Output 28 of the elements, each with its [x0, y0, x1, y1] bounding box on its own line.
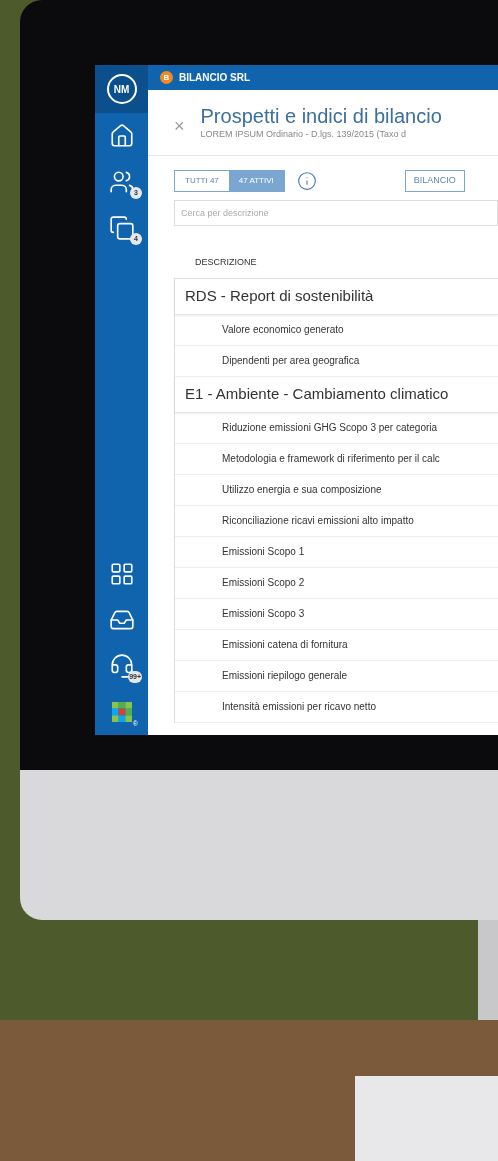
search-field[interactable]: Cerca per descrizione — [174, 200, 498, 226]
table-row[interactable]: Emissioni Scopo 3 — [175, 598, 498, 630]
table-row[interactable]: Riduzione emissioni GHG Scopo 3 per categoria — [175, 412, 498, 444]
windows-icon[interactable] — [108, 215, 135, 241]
company-name: BILANCIO SRL — [179, 71, 251, 85]
table-row[interactable]: Valore economico generato — [175, 314, 498, 346]
logo-icon — [111, 702, 132, 722]
home-icon[interactable] — [108, 123, 135, 149]
table-row[interactable]: Utilizzo energia e sua composizione — [175, 474, 498, 506]
table-row[interactable]: Emissioni Scopo 1 — [175, 536, 498, 568]
page-subtitle: LOREM IPSUM Ordinario - D.lgs. 139/2015 (Taxo d — [200, 127, 408, 141]
table-row[interactable]: Emissioni Scopo 2 — [175, 567, 498, 599]
company-initial: B — [160, 71, 173, 84]
grid-icon[interactable] — [108, 561, 135, 587]
group-row[interactable]: RDS - Report di sostenibilità — [175, 278, 498, 315]
info-icon[interactable] — [296, 171, 317, 191]
table-row[interactable]: Metodologia e framework di riferimento per il calc — [175, 443, 498, 475]
column-header: DESCRIZIONE — [195, 256, 258, 269]
table-row[interactable]: Emissioni riepilogo generale — [175, 660, 498, 692]
users-icon[interactable] — [108, 169, 135, 195]
bilancio-button[interactable]: BILANCIO — [404, 170, 465, 192]
page-title: Prospetti e indici di bilancio — [200, 103, 442, 128]
table-row[interactable]: Emissioni catena di fornitura — [175, 629, 498, 661]
table-row[interactable]: Intensità emissioni per ricavo netto — [175, 691, 498, 723]
user-avatar[interactable]: NM — [106, 74, 137, 104]
table-row[interactable]: Riconciliazione ricavi emissioni alto impatto — [175, 505, 498, 537]
group-row[interactable]: E1 - Ambiente - Cambiamento climatico — [175, 376, 498, 413]
table-row[interactable]: Dipendenti per area geografica — [175, 345, 498, 377]
